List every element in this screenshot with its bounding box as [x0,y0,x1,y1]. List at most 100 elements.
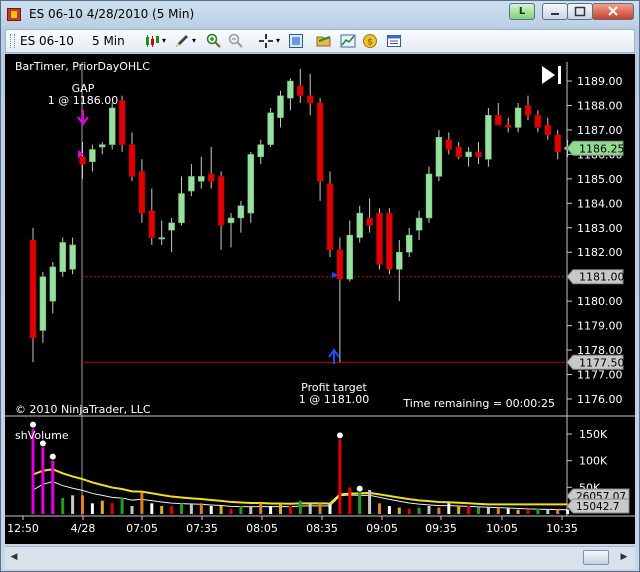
price-marker-label: 1186.25 [579,142,625,155]
candle-body [534,114,542,128]
instrument-selector[interactable]: ES 06-10 [20,34,74,48]
volume-bar [140,492,144,514]
volume-bar [447,503,451,514]
time-tick-label: 12:50 [7,522,39,535]
chevron-down-icon[interactable]: ▾ [274,33,282,49]
properties-list-icon[interactable] [386,33,402,49]
volume-bar [120,498,124,514]
volume-bar [486,507,490,514]
volume-bar [81,495,84,514]
interval-selector[interactable]: 5 Min [92,34,125,48]
time-tick-label: 10:35 [546,522,578,535]
candle-body [554,134,561,153]
volume-bar [457,506,461,514]
link-button[interactable]: L [509,3,535,20]
minimize-button[interactable] [542,3,568,20]
volume-bar [130,506,134,514]
volume-bar [566,509,570,514]
volume-bar [229,508,233,514]
volume-bar [467,506,471,514]
candle-body [148,210,156,238]
maximize-button[interactable] [567,3,593,20]
folder-icon[interactable] [316,33,332,49]
time-axis-layer: 12:50 4/28 07:05 07:35 08:05 08:35 09:05 09:35 1… [7,516,578,535]
zoom-in-icon[interactable] [206,33,222,49]
horizontal-scrollbar[interactable]: ◀ ▶ [5,546,635,569]
candle-body [485,114,492,160]
crosshair-icon[interactable] [258,33,274,49]
volume-bar [51,460,55,514]
chevron-down-icon[interactable]: ▾ [190,33,198,49]
price-marker: 1186.25 [566,140,625,156]
volume-bar [417,507,421,514]
volume-bar [71,495,75,514]
price-tick-label: 1177.00 [577,369,623,382]
candle-body [524,105,532,116]
price-tick-label: 1187.00 [577,124,623,137]
candle-body [326,183,334,251]
candle-body [227,217,235,224]
minimize-icon [551,13,559,15]
price-tick-label: 1185.00 [577,173,623,186]
candle-body [29,239,37,339]
volume-spike-dot [356,485,363,492]
candle-body [49,266,57,302]
volume-bar [378,503,381,514]
candle-body [188,176,195,192]
price-tick-label: 1182.00 [577,246,623,259]
candle-body [316,102,324,182]
grid-layer [82,276,567,363]
candle-body [277,95,284,118]
time-tick-label: 09:35 [425,522,457,535]
time-tick-label: 4/28 [71,522,96,535]
volume-indicator-label: shVolume [15,429,69,442]
scroll-left-icon[interactable]: ◀ [7,550,21,565]
time-tick-label: 07:35 [186,522,218,535]
volume-bar [546,509,550,514]
time-tick-label: 09:05 [366,522,398,535]
close-button[interactable] [592,3,634,20]
candle-body [217,176,225,226]
window-title: ES 06-10 4/28/2010 (5 Min) [29,7,195,21]
candle-body [475,151,482,158]
pencil-drawing-icon[interactable] [174,33,190,49]
scroll-thumb[interactable] [583,550,609,565]
volume-bar [477,507,480,514]
price-tick-label: 1180.00 [577,295,623,308]
strategy-chart-icon[interactable] [340,33,356,49]
scroll-to-end-icon[interactable] [542,66,561,84]
volume-bar [41,447,45,514]
volume-bar [279,503,282,514]
ninjatrader-app-icon [7,8,21,21]
volume-bar [358,492,362,514]
price-tick-label: 1189.00 [577,75,623,88]
candle-body [39,276,47,331]
volume-average-line [32,468,568,506]
chevron-down-icon[interactable]: ▾ [160,33,168,49]
volume-bar [160,506,164,514]
price-chart[interactable]: 1189.001188.001187.001186.001185.001184.… [5,54,635,544]
volume-bar [180,503,183,514]
time-tick-label: 10:05 [486,522,518,535]
candle-body [465,151,472,158]
coin-icon[interactable]: $ [362,33,378,49]
price-tick-label: 1188.00 [577,99,623,112]
volume-bar [556,509,560,514]
candle-body [178,193,185,224]
candle-body [346,234,354,280]
toolbar-grip[interactable] [10,34,15,48]
profit-order-label: 1 @ 1181.00 [299,393,369,406]
scroll-right-icon[interactable]: ▶ [617,550,631,565]
price-marker: 1177.50 [566,354,625,370]
zoom-out-icon[interactable] [228,33,244,49]
price-tick-label: 1179.00 [577,320,623,333]
title-bar[interactable]: ES 06-10 4/28/2010 (5 Min) L [1,1,639,29]
chart-panel[interactable]: 1189.001188.001187.001186.001185.001184.… [5,54,635,544]
volume-bar [61,498,65,514]
candlestick-icon[interactable] [144,33,160,49]
data-box-icon[interactable] [288,33,304,49]
candle-body [366,217,373,226]
copyright-label: © 2010 NinjaTrader, LLC [15,403,151,416]
price-marker: 1181.00 [566,269,625,285]
candle-body [89,149,96,162]
